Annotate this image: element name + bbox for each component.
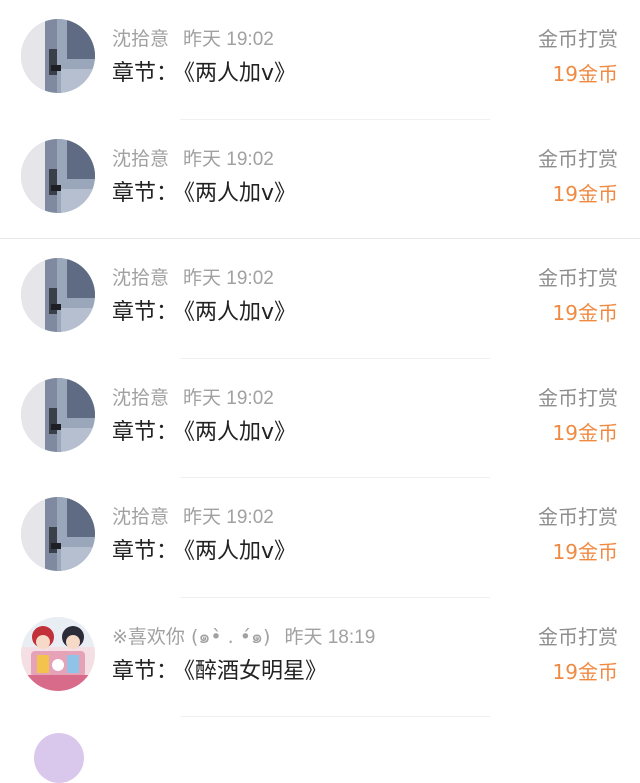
reward-amount: 19金币 <box>552 659 618 684</box>
list-item[interactable]: 沈拾意 昨天 19:02 章节： 《两人加v》 金币打赏 19金币 <box>0 0 640 120</box>
sender-name[interactable]: 沈拾意 <box>112 148 169 170</box>
timestamp: 昨天 19:02 <box>183 268 274 289</box>
reward-type-label: 金币打赏 <box>538 266 618 290</box>
sender-name[interactable]: 沈拾意 <box>112 267 169 289</box>
avatar[interactable] <box>21 377 95 452</box>
chapter-prefix: 章节： <box>112 539 179 564</box>
chapter-prefix: 章节： <box>112 658 179 684</box>
sender-line: 沈拾意 昨天 19:02 <box>112 27 274 52</box>
chapter-title[interactable]: 《醉酒女明星》 <box>184 659 327 684</box>
sender-name[interactable]: 沈拾意 <box>112 28 169 50</box>
sender-name[interactable]: ※喜欢你 (๑•̀ . •́๑) <box>112 626 270 648</box>
reward-list: 沈拾意 昨天 19:02 章节： 《两人加v》 金币打赏 19金币 沈拾意 昨天 19… <box>0 0 640 717</box>
sender-name[interactable]: 沈拾意 <box>112 387 169 409</box>
chapter-prefix: 章节： <box>112 180 179 206</box>
chapter-title[interactable]: 《两人加v》 <box>184 181 296 206</box>
chapter-line: 章节： 《醉酒女明星》 <box>112 658 327 686</box>
sender-line: 沈拾意 昨天 19:02 <box>112 147 274 172</box>
avatar[interactable] <box>21 497 95 571</box>
chapter-line: 章节： 《两人加v》 <box>112 299 296 327</box>
list-item[interactable]: ※喜欢你 (๑•̀ . •́๑) 昨天 18:19 章节： 《醉酒女明星》 金币打赏… <box>0 598 640 717</box>
avatar[interactable] <box>21 258 95 332</box>
avatar[interactable] <box>21 616 95 691</box>
reward-amount: 19金币 <box>552 301 618 325</box>
avatar-photo-icon <box>21 497 95 571</box>
row-divider <box>180 716 490 717</box>
chapter-prefix: 章节： <box>112 419 179 445</box>
sender-line: 沈拾意 昨天 19:02 <box>112 386 274 411</box>
reward-amount: 19金币 <box>552 62 618 86</box>
avatar-photo-icon <box>21 138 95 213</box>
avatar[interactable] <box>21 19 95 93</box>
sender-name[interactable]: 沈拾意 <box>112 506 169 528</box>
sender-line: 沈拾意 昨天 19:02 <box>112 266 274 291</box>
avatar[interactable] <box>21 138 95 213</box>
list-item[interactable]: 沈拾意 昨天 19:02 章节： 《两人加v》 金币打赏 19金币 <box>0 359 640 478</box>
reward-amount: 19金币 <box>552 540 618 564</box>
list-item[interactable]: 沈拾意 昨天 19:02 章节： 《两人加v》 金币打赏 19金币 <box>0 120 640 239</box>
timestamp: 昨天 19:02 <box>183 148 274 170</box>
chapter-title[interactable]: 《两人加v》 <box>184 61 296 86</box>
sender-line: 沈拾意 昨天 19:02 <box>112 505 274 530</box>
list-item[interactable]: 沈拾意 昨天 19:02 章节： 《两人加v》 金币打赏 19金币 <box>0 478 640 598</box>
reward-type-label: 金币打赏 <box>538 27 618 51</box>
timestamp: 昨天 19:02 <box>183 29 274 50</box>
chapter-prefix: 章节： <box>112 300 179 325</box>
reward-amount: 19金币 <box>552 420 618 445</box>
timestamp: 昨天 19:02 <box>183 507 274 528</box>
timestamp: 昨天 18:19 <box>284 626 376 648</box>
reward-type-label: 金币打赏 <box>538 505 618 529</box>
avatar[interactable] <box>34 733 84 783</box>
reward-amount: 19金币 <box>552 181 618 206</box>
chapter-line: 章节： 《两人加v》 <box>112 419 296 447</box>
chapter-title[interactable]: 《两人加v》 <box>184 300 296 325</box>
reward-type-label: 金币打赏 <box>538 385 618 410</box>
sender-line: ※喜欢你 (๑•̀ . •́๑) 昨天 18:19 <box>112 625 375 650</box>
chapter-title[interactable]: 《两人加v》 <box>184 420 296 445</box>
reward-type-label: 金币打赏 <box>538 146 618 171</box>
chapter-prefix: 章节： <box>112 61 179 86</box>
chapter-line: 章节： 《两人加v》 <box>112 60 296 88</box>
chapter-line: 章节： 《两人加v》 <box>112 180 296 208</box>
avatar-illustration-icon <box>21 616 95 691</box>
avatar-photo-icon <box>21 258 95 332</box>
reward-type-label: 金币打赏 <box>538 624 618 649</box>
chapter-title[interactable]: 《两人加v》 <box>184 539 296 564</box>
list-item[interactable]: 沈拾意 昨天 19:02 章节： 《两人加v》 金币打赏 19金币 <box>0 239 640 359</box>
avatar-photo-icon <box>21 377 95 452</box>
timestamp: 昨天 19:02 <box>183 387 274 409</box>
chapter-line: 章节： 《两人加v》 <box>112 538 296 566</box>
avatar-photo-icon <box>21 19 95 93</box>
